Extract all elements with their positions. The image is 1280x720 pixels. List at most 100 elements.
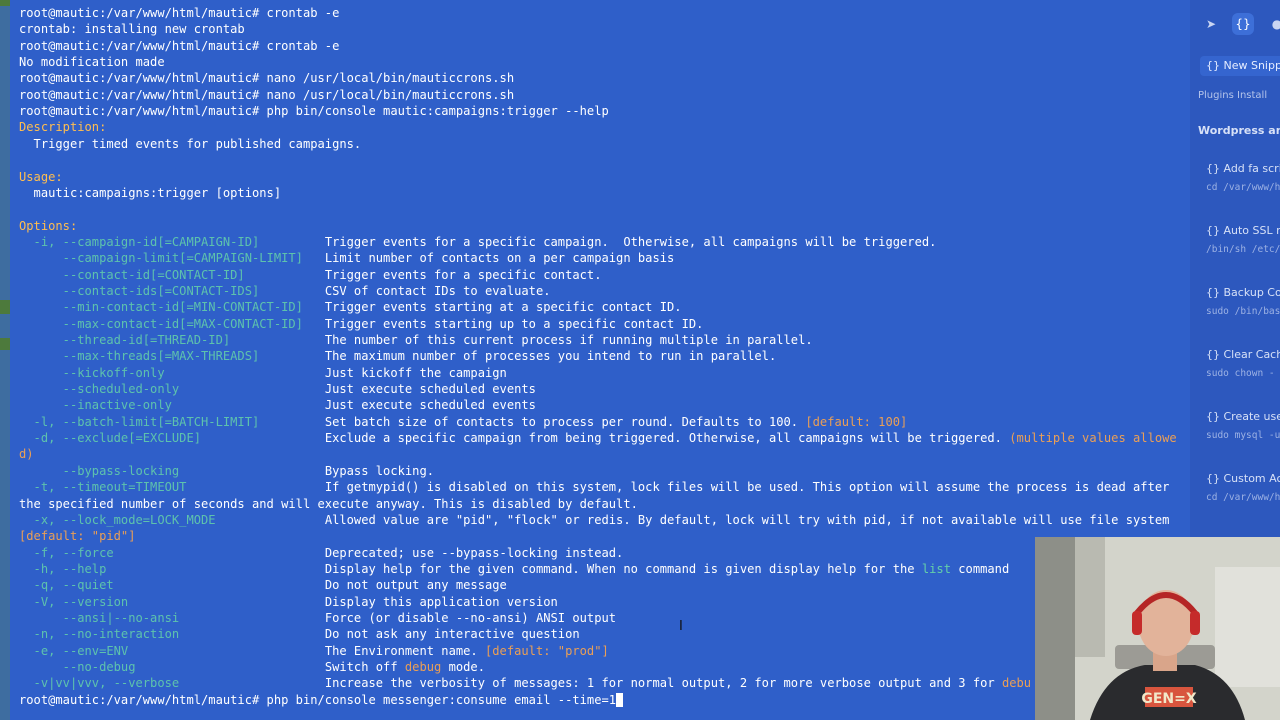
new-snippet-button[interactable]: {} New Snipp [1200,56,1280,76]
terminal-line: -h, --help Display help for the given co… [19,561,1010,577]
svg-text:GEN=X: GEN=X [1141,691,1197,707]
snippet-title: {} Clear Cach [1206,348,1280,361]
snippet-title: {} Backup Cop [1206,286,1280,299]
option-flag: --no-debug [19,660,325,674]
snippet-title: {} Create user [1206,410,1280,423]
terminal-text: CSV of contact IDs to evaluate. [324,283,551,298]
terminal-text: the specified number of seconds and will… [19,496,638,511]
option-flag: --contact-id[=CONTACT-ID] [19,267,325,282]
terminal-text: Just kickoff the campaign [324,365,507,380]
default-value: [default: "prod"] [485,643,609,658]
terminal-window[interactable]: root@mautic:/var/www/html/mautic# cronta… [10,0,1190,720]
default-value: (multiple values allowe [1009,431,1177,446]
terminal-line: --campaign-limit[=CAMPAIGN-LIMIT] Limit … [19,250,675,266]
settings-icon[interactable]: ● [1266,13,1280,35]
terminal-line: --no-debug Switch off debug mode. [19,659,485,675]
terminal-line: No modification made [19,54,165,70]
terminal-line: -n, --no-interaction Do not ask any inte… [19,626,580,642]
snippets-tab-icon[interactable]: {} [1232,13,1254,35]
terminal-text: Set batch size of contacts to process pe… [324,414,806,429]
snippet-command: sudo /bin/bas [1206,306,1280,317]
terminal-line: --thread-id[=THREAD-ID] The number of th… [19,332,813,348]
category-label-wordpress[interactable]: Wordpress and [1198,124,1280,137]
terminal-line: the specified number of seconds and will… [19,496,638,512]
option-flag: --ansi|--no-ansi [19,610,325,625]
terminal-text: root@mautic:/var/www/html/mautic# nano /… [19,71,515,86]
terminal-text: Trigger timed events for published campa… [19,136,362,151]
snippet-item[interactable]: {} Auto SSL re /bin/sh /etc/ [1206,224,1280,255]
terminal-line: Usage: [19,169,63,185]
terminal-line: -t, --timeout=TIMEOUT If getmypid() is d… [19,479,1170,495]
terminal-line: -q, --quiet Do not output any message [19,577,507,593]
terminal-text: Switch off [324,660,405,674]
terminal-text: root@mautic:/var/www/html/mautic# cronta… [19,38,340,53]
terminal-line: -i, --campaign-id[=CAMPAIGN-ID] Trigger … [19,234,937,250]
terminal-line: -d, --exclude[=EXCLUDE] Exclude a specif… [19,430,1177,446]
snippet-command: cd /var/www/h [1206,492,1280,503]
terminal-line: --ansi|--no-ansi Force (or disable --no-… [19,610,616,626]
option-flag: -i, --campaign-id[=CAMPAIGN-ID] [19,234,325,249]
left-window-edge [0,0,10,720]
terminal-text: No modification made [19,55,165,70]
terminal-line: --max-threads[=MAX-THREADS] The maximum … [19,348,777,364]
option-flag: -t, --timeout=TIMEOUT [19,480,325,495]
terminal-line: mautic:campaigns:trigger [options] [19,185,282,201]
terminal-line: -V, --version Display this application v… [19,594,558,610]
snippet-item[interactable]: {} Create user sudo mysql -u [1206,410,1280,441]
terminal-line: -e, --env=ENV The Environment name. [def… [19,643,609,659]
terminal-text: The number of this current process if ru… [324,333,813,347]
send-icon[interactable]: ➤ [1200,13,1222,35]
snippet-item[interactable]: {} Custom Act cd /var/www/h [1206,472,1280,503]
terminal-line: root@mautic:/var/www/html/mautic# nano /… [19,70,514,86]
terminal-text: mode. [441,660,485,674]
terminal-line: d) [19,446,34,462]
option-flag: --max-threads[=MAX-THREADS] [19,349,325,364]
terminal-line: --contact-ids[=CONTACT-IDS] CSV of conta… [19,283,551,299]
category-label-plugins[interactable]: Plugins Install [1198,90,1267,101]
terminal-line: --inactive-only Just execute scheduled e… [19,397,536,413]
webcam-overlay: GEN=X [1035,537,1280,720]
terminal-text: The Environment name. [324,643,485,658]
option-flag: --max-contact-id[=MAX-CONTACT-ID] [19,316,325,331]
terminal-text: Trigger events for a specific campaign. … [324,234,937,249]
terminal-text: Bypass locking. [324,463,435,478]
terminal-cursor [616,693,624,708]
terminal-line: -f, --force Deprecated; use --bypass-loc… [19,545,624,561]
terminal-line: root@mautic:/var/www/html/mautic# cronta… [19,38,339,54]
terminal-text: root@mautic:/var/www/html/mautic# nano /… [19,87,515,102]
terminal-text: Just execute scheduled events [324,382,536,397]
option-flag: -V, --version [19,594,325,609]
option-flag: --inactive-only [19,398,325,413]
snippet-item[interactable]: {} Add fa scrip cd /var/www/h [1206,162,1280,193]
terminal-text: Trigger events starting up to a specific… [324,316,704,331]
terminal-text: Limit number of contacts on a per campai… [324,251,675,266]
section-heading: Options: [19,218,78,233]
snippet-command: /bin/sh /etc/ [1206,244,1280,255]
terminal-text: Trigger events starting at a specific co… [324,300,682,315]
option-flag: --bypass-locking [19,463,325,478]
snippet-item[interactable]: {} Clear Cach sudo chown - [1206,348,1280,379]
terminal-text: The maximum number of processes you inte… [324,349,777,364]
option-flag: --campaign-limit[=CAMPAIGN-LIMIT] [19,251,325,266]
terminal-line: Options: [19,218,77,234]
section-heading: Usage: [19,169,63,184]
terminal-text: Do not ask any interactive question [324,627,580,642]
section-heading: Description: [19,120,107,135]
snippet-item[interactable]: {} Backup Cop sudo /bin/bas [1206,286,1280,317]
snippet-command: cd /var/www/h [1206,182,1280,193]
terminal-line: -x, --lock_mode=LOCK_MODE Allowed value … [19,512,1170,528]
terminal-text: crontab: installing new crontab [19,22,245,37]
terminal-text: mautic:campaigns:trigger [options] [19,185,282,200]
terminal-text: root@mautic:/var/www/html/mautic# php bi… [19,104,609,119]
terminal-line: --min-contact-id[=MIN-CONTACT-ID] Trigge… [19,299,682,315]
terminal-text: Force (or disable --no-ansi) ANSI output [324,610,617,625]
terminal-text: list [921,561,951,576]
option-flag: -h, --help [19,561,325,576]
terminal-text: Display help for the given command. When… [324,561,922,576]
terminal-line: -v|vv|vvv, --verbose Increase the verbos… [19,675,1032,691]
option-flag: -d, --exclude[=EXCLUDE] [19,431,325,446]
terminal-text: If getmypid() is disabled on this system… [324,480,1170,495]
terminal-line: --max-contact-id[=MAX-CONTACT-ID] Trigge… [19,316,704,332]
terminal-text: Do not output any message [324,578,507,593]
option-flag: -f, --force [19,545,325,560]
